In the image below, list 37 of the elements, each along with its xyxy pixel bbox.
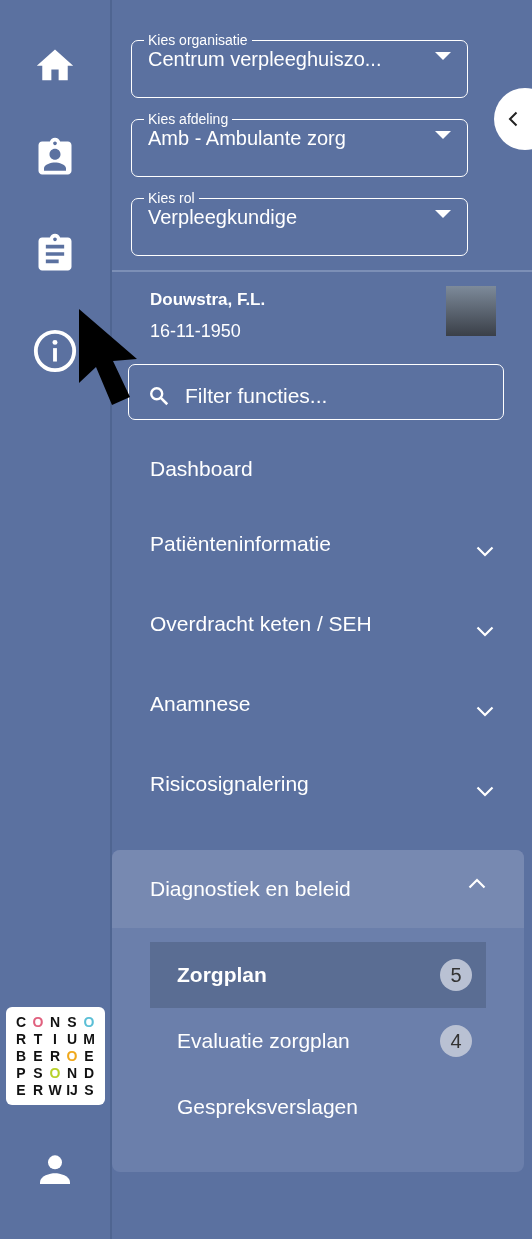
field-label: Kies afdeling (147, 111, 230, 127)
menu-item[interactable]: Anamnese (112, 664, 532, 744)
field-value: Amb - Ambulante zorg (148, 127, 347, 150)
submenu-item[interactable]: Gespreksverslagen (150, 1074, 486, 1140)
caret-icon (435, 130, 451, 139)
menu-item[interactable]: Risicosignalering (112, 744, 532, 824)
dropdown-field[interactable]: Kies afdeling Amb - Ambulante zorg (131, 111, 468, 177)
chevron-down-icon (476, 545, 494, 557)
chevron-down-icon (476, 705, 494, 717)
consortium-logo: C O N S O R T I U M B E R O E P S O N D E R W IJ S (5, 1007, 105, 1105)
count-badge: 5 (440, 959, 472, 991)
filter-field[interactable]: Filter functies... (128, 364, 504, 420)
field-label: Kies organisatie (147, 32, 249, 48)
menu-item[interactable]: Dashboard (112, 448, 532, 490)
submenu-item[interactable]: Evaluatie zorgplan 4 (150, 1008, 486, 1074)
field-label: Kies rol (147, 190, 196, 206)
menu-item[interactable]: Overdracht keten / SEH (112, 584, 532, 664)
patient-name: Douwstra, F.L. (150, 290, 266, 310)
dropdown-field[interactable]: Kies rol Verpleegkundige (131, 190, 468, 256)
chevron-down-icon (476, 785, 494, 797)
caret-icon (435, 51, 451, 60)
submenu-item[interactable]: Zorgplan 5 (150, 942, 486, 1008)
caret-icon (435, 209, 451, 218)
rail-button[interactable] (32, 328, 78, 374)
info-icon (32, 328, 78, 374)
patient-birthdate: 16-11-1950 (150, 321, 242, 342)
search-icon (148, 385, 170, 407)
field-value: Verpleegkundige (148, 206, 298, 229)
dropdown-field[interactable]: Kies organisatie Centrum verpleeghuiszo... (131, 32, 468, 98)
photo-placeholder (446, 286, 496, 336)
chevron-down-icon (476, 625, 494, 637)
menu-item[interactable]: Patiënteninformatie (112, 504, 532, 584)
field-value: Centrum verpleeghuiszo... (148, 48, 383, 71)
chevron-up-icon (468, 877, 486, 889)
menu-item[interactable]: Diagnostiek en beleid (112, 850, 524, 928)
count-badge: 4 (440, 1025, 472, 1057)
chevron-left-icon (508, 111, 518, 127)
